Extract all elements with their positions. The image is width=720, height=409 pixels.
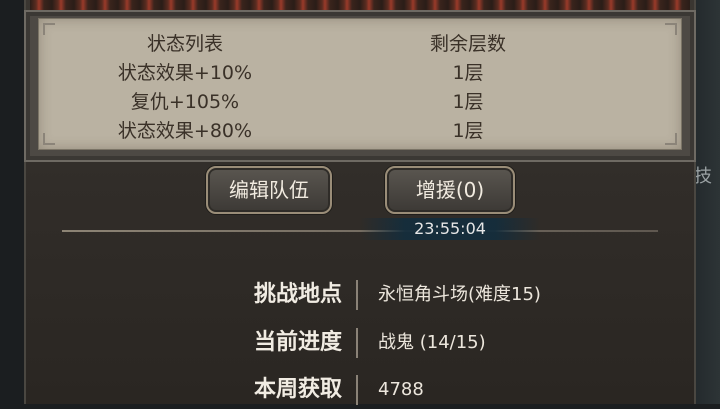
status-name: 状态效果+80%	[117, 120, 253, 142]
status-layers: 1层	[452, 120, 484, 142]
info-row-weekly: 本周获取 4788	[0, 371, 720, 409]
info-value: 永恒角斗场(难度15)	[378, 284, 541, 305]
status-table-header: 状态列表 剩余层数	[39, 30, 681, 59]
status-name: 复仇+105%	[130, 91, 240, 113]
side-partial-text: 技	[694, 166, 712, 187]
info-row-progress: 当前进度 战鬼 (14/15)	[0, 324, 720, 362]
status-layers: 1层	[452, 62, 484, 84]
info-value: 4788	[378, 379, 424, 400]
status-table: 状态列表 剩余层数 状态效果+10% 1层 复仇+105% 1层 状态效果+80…	[38, 18, 682, 150]
status-row: 复仇+105% 1层	[39, 88, 681, 117]
reinforce-button[interactable]: 增援(0)	[385, 166, 515, 214]
info-label: 本周获取	[253, 377, 342, 402]
status-row: 状态效果+10% 1层	[39, 59, 681, 88]
info-row-location: 挑战地点 永恒角斗场(难度15)	[0, 276, 720, 314]
status-row: 状态效果+80% 1层	[39, 117, 681, 146]
status-header-name: 状态列表	[146, 33, 223, 55]
status-layers: 1层	[452, 91, 484, 113]
status-panel: 状态列表 剩余层数 状态效果+10% 1层 复仇+105% 1层 状态效果+80…	[24, 10, 696, 162]
status-header-layers: 剩余层数	[429, 33, 506, 55]
info-label: 当前进度	[253, 330, 342, 355]
status-name: 状态效果+10%	[117, 62, 253, 84]
info-separator	[356, 280, 358, 310]
info-value: 战鬼 (14/15)	[378, 332, 486, 353]
info-label: 挑战地点	[253, 282, 342, 307]
info-separator	[356, 375, 358, 405]
info-separator	[356, 328, 358, 358]
countdown-timer: 23:55:04	[414, 219, 486, 238]
edit-team-button[interactable]: 编辑队伍	[206, 166, 332, 214]
